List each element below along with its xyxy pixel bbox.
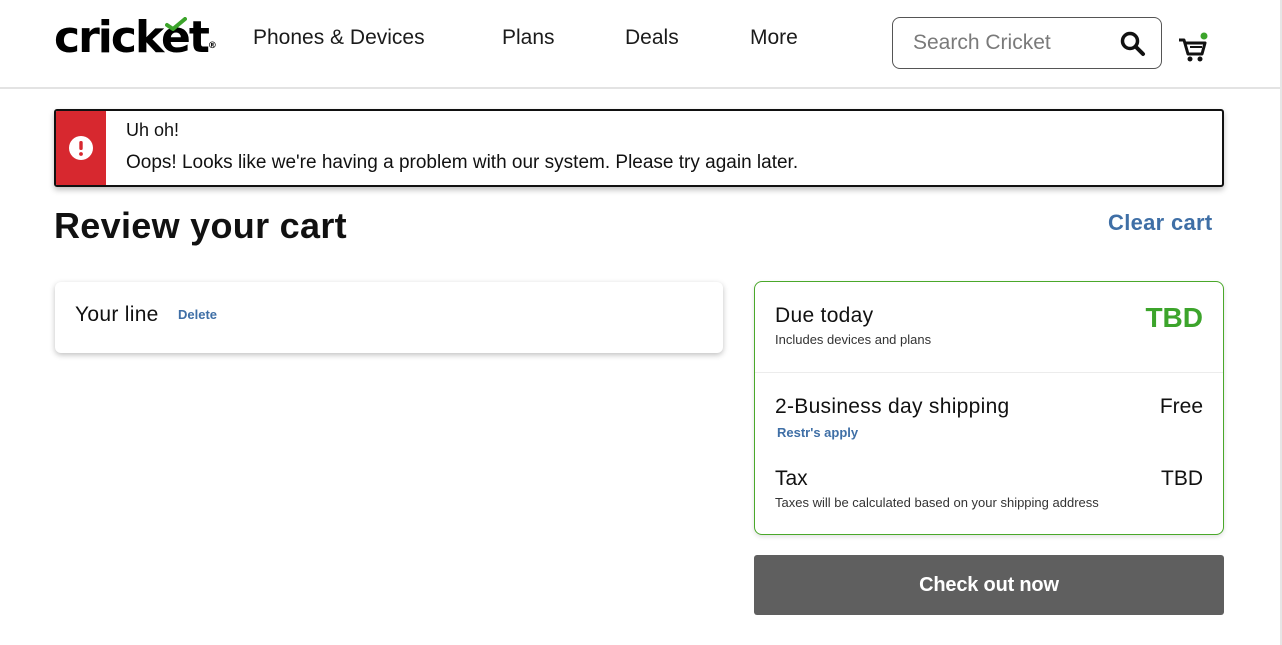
due-today-label: Due today: [775, 304, 874, 327]
nav-plans[interactable]: Plans: [502, 25, 555, 51]
page-title: Review your cart: [54, 205, 347, 246]
alert-color-bar: [56, 111, 106, 185]
line-label: Your line: [75, 303, 159, 326]
site-header: cricket® Phones & Devices Plans Deals Mo…: [0, 0, 1282, 89]
clear-cart-link[interactable]: Clear cart: [1108, 209, 1213, 237]
exclamation-circle-icon: [69, 136, 93, 160]
summary-divider: [755, 372, 1223, 373]
due-today-subtext: Includes devices and plans: [775, 332, 932, 347]
cart-icon[interactable]: [1176, 32, 1210, 64]
nav-more[interactable]: More: [750, 25, 798, 51]
shipping-value: Free: [1159, 395, 1203, 418]
nav-phones-devices[interactable]: Phones & Devices: [253, 25, 425, 51]
logo-check-icon: [165, 17, 187, 31]
search-input[interactable]: [913, 30, 1113, 56]
cricket-logo[interactable]: cricket®: [54, 12, 217, 64]
alert-message: Oops! Looks like we're having a problem …: [126, 152, 799, 173]
delete-line-link[interactable]: Delete: [178, 307, 217, 323]
alert-title: Uh oh!: [126, 120, 180, 140]
shipping-label: 2-Business day shipping: [775, 395, 1010, 418]
tax-value: TBD: [1161, 467, 1203, 490]
search-icon[interactable]: [1119, 30, 1147, 58]
tax-label: Tax: [775, 467, 808, 490]
logo-registered-mark: ®: [207, 41, 217, 51]
cart-line-card: Your line Delete: [55, 282, 723, 353]
checkout-button[interactable]: Check out now: [754, 555, 1224, 615]
order-summary: Due today Includes devices and plans TBD…: [754, 281, 1224, 535]
cart-badge-dot: [1200, 32, 1208, 40]
due-today-value: TBD: [1145, 302, 1203, 333]
restrictions-link[interactable]: Restr's apply: [777, 425, 858, 441]
error-alert: Uh oh! Oops! Looks like we're having a p…: [54, 109, 1224, 187]
search-box: [892, 17, 1162, 69]
nav-deals[interactable]: Deals: [625, 25, 679, 51]
tax-subtext: Taxes will be calculated based on your s…: [775, 495, 1099, 510]
